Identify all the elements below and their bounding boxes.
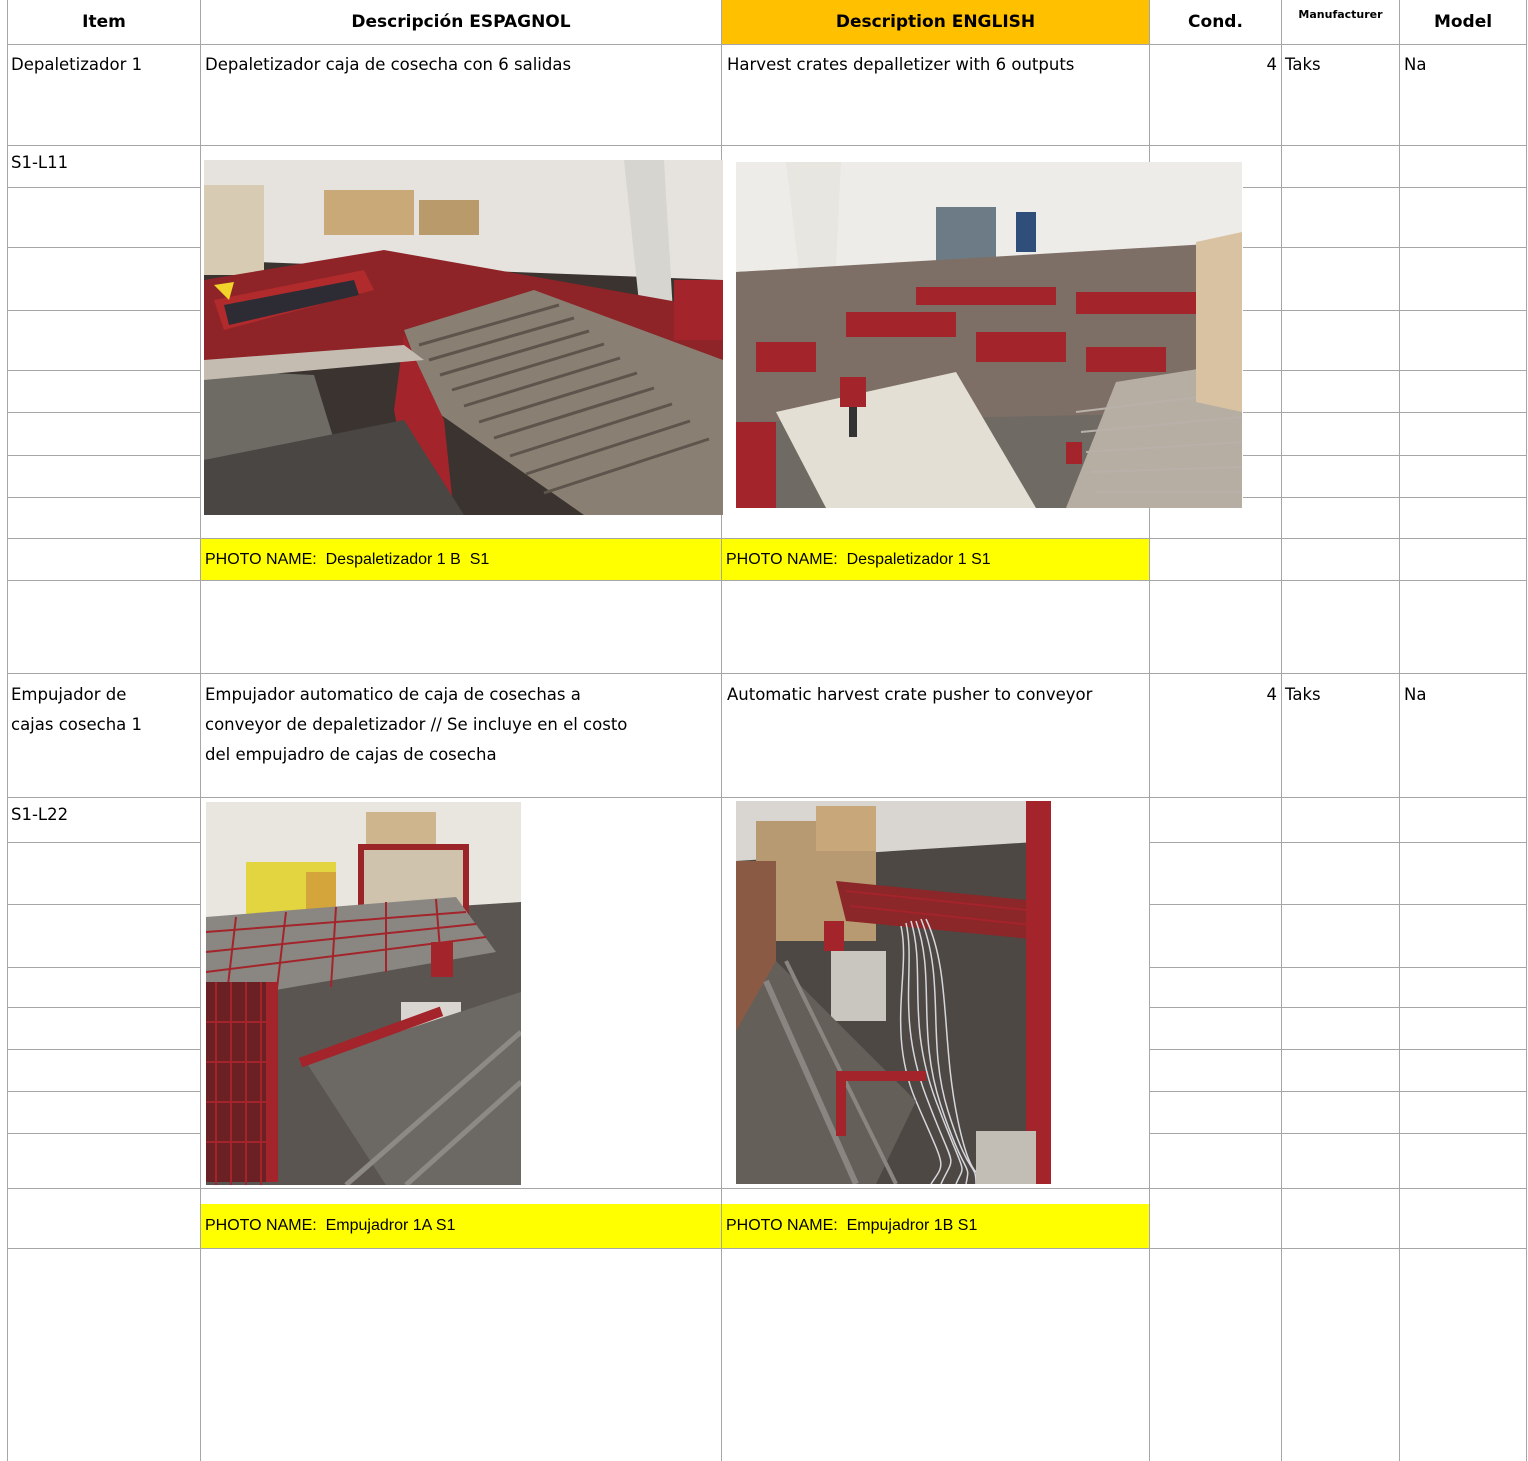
photo-depalletizer <box>736 162 1242 508</box>
header-description-english[interactable]: Description ENGLISH <box>722 0 1149 44</box>
photo-pusher-a <box>206 802 521 1185</box>
grid-line <box>1149 842 1527 843</box>
grid-line <box>7 187 200 188</box>
grid-line <box>1149 1091 1527 1092</box>
grid-line <box>1243 455 1527 456</box>
description-english[interactable]: Harvest crates depalletizer with 6 outpu… <box>727 50 1074 80</box>
grid-line <box>1149 1007 1527 1008</box>
grid-line <box>7 370 200 371</box>
item-name-line-1[interactable]: Empujador de <box>11 680 126 710</box>
header-item[interactable]: Item <box>8 0 200 44</box>
grid-line <box>7 0 8 1461</box>
grid-line <box>1243 412 1527 413</box>
grid-line <box>7 247 200 248</box>
model-value[interactable]: Na <box>1404 680 1426 710</box>
header-condition[interactable]: Cond. <box>1150 0 1281 44</box>
spreadsheet: Item Descripción ESPAGNOL Description EN… <box>0 0 1528 1461</box>
location-code[interactable]: S1-L11 <box>11 148 68 178</box>
grid-line <box>1281 0 1282 1461</box>
grid-line <box>7 497 200 498</box>
photo-caption-english[interactable]: PHOTO NAME: Despaletizador 1 S1 <box>722 539 1149 580</box>
grid-line <box>7 842 200 843</box>
manufacturer-value[interactable]: Taks <box>1285 680 1321 710</box>
grid-line <box>7 797 1527 798</box>
grid-line <box>7 1049 200 1050</box>
grid-line <box>7 1248 1527 1249</box>
grid-line <box>1243 187 1527 188</box>
grid-line <box>7 1007 200 1008</box>
grid-line <box>7 904 200 905</box>
photo-pusher-b <box>736 801 1051 1184</box>
grid-line <box>7 455 200 456</box>
condition-value[interactable]: 4 <box>1150 50 1278 80</box>
item-name[interactable]: Depaletizador 1 <box>11 50 142 80</box>
item-name-line-2[interactable]: cajas cosecha 1 <box>11 710 142 740</box>
grid-line <box>1243 370 1527 371</box>
grid-line <box>7 1133 200 1134</box>
manufacturer-value[interactable]: Taks <box>1285 50 1321 80</box>
grid-line <box>7 1188 1527 1189</box>
grid-line <box>7 145 1527 146</box>
grid-line <box>1149 1049 1527 1050</box>
grid-line <box>1243 310 1527 311</box>
condition-value[interactable]: 4 <box>1150 680 1278 710</box>
description-spanish-line-2[interactable]: conveyor de depaletizador // Se incluye … <box>205 710 627 740</box>
grid-line <box>1243 497 1527 498</box>
grid-line <box>1243 247 1527 248</box>
grid-line <box>1526 0 1527 1461</box>
grid-line <box>7 967 200 968</box>
photo-caption-spanish[interactable]: PHOTO NAME: Empujadror 1A S1 <box>201 1204 721 1248</box>
grid-line <box>7 412 200 413</box>
grid-line <box>7 44 1527 45</box>
header-description-spanish[interactable]: Descripción ESPAGNOL <box>201 0 721 44</box>
photo-caption-english[interactable]: PHOTO NAME: Empujadror 1B S1 <box>722 1204 1149 1248</box>
grid-line <box>1149 967 1527 968</box>
photo-caption-spanish[interactable]: PHOTO NAME: Despaletizador 1 B S1 <box>201 539 721 580</box>
grid-line <box>1399 0 1400 1461</box>
grid-line <box>7 580 1527 581</box>
grid-line <box>7 1091 200 1092</box>
grid-line <box>7 673 1527 674</box>
model-value[interactable]: Na <box>1404 50 1426 80</box>
grid-line <box>1149 904 1527 905</box>
description-english[interactable]: Automatic harvest crate pusher to convey… <box>727 680 1092 710</box>
grid-line <box>1149 1133 1527 1134</box>
grid-line <box>7 310 200 311</box>
description-spanish[interactable]: Depaletizador caja de cosecha con 6 sali… <box>205 50 571 80</box>
description-spanish-line-1[interactable]: Empujador automatico de caja de cosechas… <box>205 680 581 710</box>
description-spanish-line-3[interactable]: del empujadro de cajas de cosecha <box>205 740 497 770</box>
header-manufacturer[interactable]: Manufacturer <box>1282 0 1399 44</box>
header-model[interactable]: Model <box>1400 0 1526 44</box>
photo-depalletizer-b <box>204 160 723 515</box>
location-code[interactable]: S1-L22 <box>11 800 68 830</box>
